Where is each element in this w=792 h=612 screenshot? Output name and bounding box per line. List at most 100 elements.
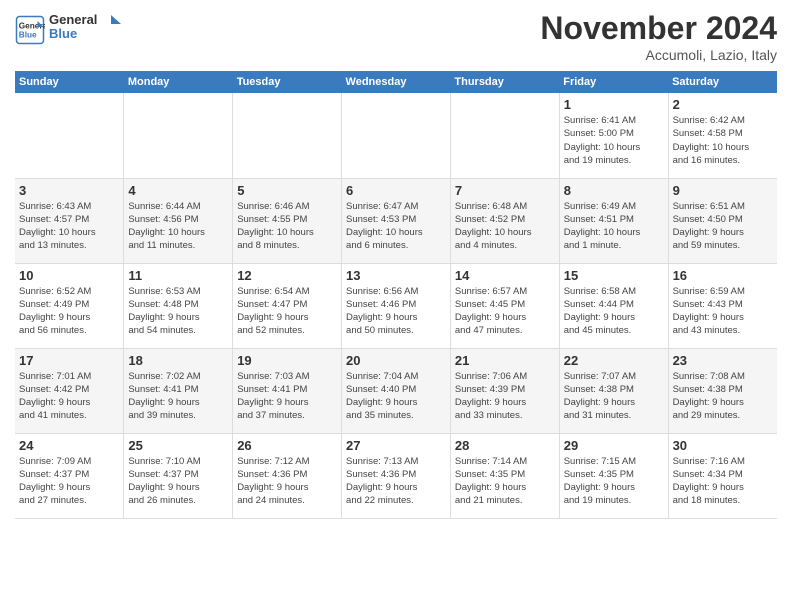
- calendar-cell: 12 Sunrise: 6:54 AM Sunset: 4:47 PM Dayli…: [233, 263, 342, 348]
- calendar-cell: 8 Sunrise: 6:49 AM Sunset: 4:51 PM Daylig…: [559, 178, 668, 263]
- day-info: Sunrise: 6:41 AM Sunset: 5:00 PM Dayligh…: [564, 114, 664, 167]
- day-number: 7: [455, 183, 555, 198]
- day-info: Sunrise: 7:13 AM Sunset: 4:36 PM Dayligh…: [346, 455, 446, 508]
- calendar-cell: 20 Sunrise: 7:04 AM Sunset: 4:40 PM Dayli…: [342, 348, 451, 433]
- calendar-cell: 1 Sunrise: 6:41 AM Sunset: 5:00 PM Daylig…: [559, 93, 668, 178]
- calendar-cell: 15 Sunrise: 6:58 AM Sunset: 4:44 PM Dayli…: [559, 263, 668, 348]
- calendar-cell: [233, 93, 342, 178]
- day-number: 24: [19, 438, 119, 453]
- day-number: 18: [128, 353, 228, 368]
- calendar-cell: 9 Sunrise: 6:51 AM Sunset: 4:50 PM Daylig…: [668, 178, 777, 263]
- day-number: 26: [237, 438, 337, 453]
- day-number: 14: [455, 268, 555, 283]
- day-info: Sunrise: 6:42 AM Sunset: 4:58 PM Dayligh…: [673, 114, 773, 167]
- calendar-cell: 5Sunrise: 6:46 AM Sunset: 4:55 PM Daylig…: [233, 178, 342, 263]
- day-info: Sunrise: 7:02 AM Sunset: 4:41 PM Dayligh…: [128, 370, 228, 423]
- day-info: Sunrise: 7:06 AM Sunset: 4:39 PM Dayligh…: [455, 370, 555, 423]
- calendar-cell: 27Sunrise: 7:13 AM Sunset: 4:36 PM Dayli…: [342, 433, 451, 518]
- weekday-header-tuesday: Tuesday: [233, 71, 342, 93]
- calendar-cell: 11 Sunrise: 6:53 AM Sunset: 4:48 PM Dayli…: [124, 263, 233, 348]
- logo-text: General Blue: [49, 10, 129, 50]
- calendar-cell: 30 Sunrise: 7:16 AM Sunset: 4:34 PM Dayli…: [668, 433, 777, 518]
- calendar-cell: 29 Sunrise: 7:15 AM Sunset: 4:35 PM Dayli…: [559, 433, 668, 518]
- month-title: November 2024: [540, 10, 777, 47]
- day-number: 1: [564, 97, 664, 112]
- day-info: Sunrise: 6:56 AM Sunset: 4:46 PM Dayligh…: [346, 285, 446, 338]
- calendar-table: SundayMondayTuesdayWednesdayThursdayFrid…: [15, 71, 777, 519]
- day-info: Sunrise: 7:09 AM Sunset: 4:37 PM Dayligh…: [19, 455, 119, 508]
- logo-icon: General Blue: [15, 15, 45, 45]
- day-number: 11: [128, 268, 228, 283]
- day-number: 23: [673, 353, 773, 368]
- day-info: Sunrise: 6:46 AM Sunset: 4:55 PM Dayligh…: [237, 200, 337, 253]
- calendar-cell: 2 Sunrise: 6:42 AM Sunset: 4:58 PM Daylig…: [668, 93, 777, 178]
- day-number: 9: [673, 183, 773, 198]
- day-info: Sunrise: 7:14 AM Sunset: 4:35 PM Dayligh…: [455, 455, 555, 508]
- day-number: 19: [237, 353, 337, 368]
- calendar-cell: 24 Sunrise: 7:09 AM Sunset: 4:37 PM Dayli…: [15, 433, 124, 518]
- day-number: 2: [673, 97, 773, 112]
- weekday-header-row: SundayMondayTuesdayWednesdayThursdayFrid…: [15, 71, 777, 93]
- day-info: Sunrise: 6:58 AM Sunset: 4:44 PM Dayligh…: [564, 285, 664, 338]
- day-info: Sunrise: 6:54 AM Sunset: 4:47 PM Dayligh…: [237, 285, 337, 338]
- calendar-cell: 17 Sunrise: 7:01 AM Sunset: 4:42 PM Dayli…: [15, 348, 124, 433]
- calendar-cell: 16Sunrise: 6:59 AM Sunset: 4:43 PM Dayli…: [668, 263, 777, 348]
- svg-text:General: General: [49, 12, 97, 27]
- logo: General Blue General Blue: [15, 10, 129, 50]
- day-info: Sunrise: 7:10 AM Sunset: 4:37 PM Dayligh…: [128, 455, 228, 508]
- day-number: 12: [237, 268, 337, 283]
- weekday-header-friday: Friday: [559, 71, 668, 93]
- day-info: Sunrise: 6:57 AM Sunset: 4:45 PM Dayligh…: [455, 285, 555, 338]
- calendar-cell: 14 Sunrise: 6:57 AM Sunset: 4:45 PM Dayli…: [450, 263, 559, 348]
- calendar-cell: [15, 93, 124, 178]
- calendar-cell: 22Sunrise: 7:07 AM Sunset: 4:38 PM Dayli…: [559, 348, 668, 433]
- day-number: 16: [673, 268, 773, 283]
- day-info: Sunrise: 6:53 AM Sunset: 4:48 PM Dayligh…: [128, 285, 228, 338]
- day-number: 17: [19, 353, 119, 368]
- day-number: 30: [673, 438, 773, 453]
- day-info: Sunrise: 6:43 AM Sunset: 4:57 PM Dayligh…: [19, 200, 119, 253]
- calendar-cell: 13 Sunrise: 6:56 AM Sunset: 4:46 PM Dayli…: [342, 263, 451, 348]
- calendar-cell: 4 Sunrise: 6:44 AM Sunset: 4:56 PM Daylig…: [124, 178, 233, 263]
- weekday-header-wednesday: Wednesday: [342, 71, 451, 93]
- day-number: 20: [346, 353, 446, 368]
- day-number: 10: [19, 268, 119, 283]
- day-info: Sunrise: 6:52 AM Sunset: 4:49 PM Dayligh…: [19, 285, 119, 338]
- week-row-4: 17 Sunrise: 7:01 AM Sunset: 4:42 PM Dayli…: [15, 348, 777, 433]
- weekday-header-monday: Monday: [124, 71, 233, 93]
- weekday-header-saturday: Saturday: [668, 71, 777, 93]
- week-row-2: 3 Sunrise: 6:43 AM Sunset: 4:57 PM Daylig…: [15, 178, 777, 263]
- day-info: Sunrise: 7:15 AM Sunset: 4:35 PM Dayligh…: [564, 455, 664, 508]
- day-info: Sunrise: 6:44 AM Sunset: 4:56 PM Dayligh…: [128, 200, 228, 253]
- day-info: Sunrise: 7:03 AM Sunset: 4:41 PM Dayligh…: [237, 370, 337, 423]
- calendar-cell: 18 Sunrise: 7:02 AM Sunset: 4:41 PM Dayli…: [124, 348, 233, 433]
- day-number: 8: [564, 183, 664, 198]
- week-row-5: 24 Sunrise: 7:09 AM Sunset: 4:37 PM Dayli…: [15, 433, 777, 518]
- day-number: 15: [564, 268, 664, 283]
- calendar-cell: [342, 93, 451, 178]
- day-number: 4: [128, 183, 228, 198]
- calendar-cell: 7Sunrise: 6:48 AM Sunset: 4:52 PM Daylig…: [450, 178, 559, 263]
- calendar-cell: 10 Sunrise: 6:52 AM Sunset: 4:49 PM Dayli…: [15, 263, 124, 348]
- location: Accumoli, Lazio, Italy: [540, 47, 777, 63]
- day-number: 13: [346, 268, 446, 283]
- calendar-cell: 23Sunrise: 7:08 AM Sunset: 4:38 PM Dayli…: [668, 348, 777, 433]
- day-number: 21: [455, 353, 555, 368]
- day-info: Sunrise: 6:49 AM Sunset: 4:51 PM Dayligh…: [564, 200, 664, 253]
- day-number: 29: [564, 438, 664, 453]
- day-number: 25: [128, 438, 228, 453]
- weekday-header-sunday: Sunday: [15, 71, 124, 93]
- day-info: Sunrise: 7:01 AM Sunset: 4:42 PM Dayligh…: [19, 370, 119, 423]
- day-info: Sunrise: 6:51 AM Sunset: 4:50 PM Dayligh…: [673, 200, 773, 253]
- header: General Blue General Blue November 2024 …: [15, 10, 777, 63]
- day-number: 3: [19, 183, 119, 198]
- day-info: Sunrise: 7:04 AM Sunset: 4:40 PM Dayligh…: [346, 370, 446, 423]
- day-info: Sunrise: 7:16 AM Sunset: 4:34 PM Dayligh…: [673, 455, 773, 508]
- day-info: Sunrise: 7:12 AM Sunset: 4:36 PM Dayligh…: [237, 455, 337, 508]
- calendar-cell: 28 Sunrise: 7:14 AM Sunset: 4:35 PM Dayli…: [450, 433, 559, 518]
- day-number: 28: [455, 438, 555, 453]
- day-number: 22: [564, 353, 664, 368]
- calendar-cell: 25 Sunrise: 7:10 AM Sunset: 4:37 PM Dayli…: [124, 433, 233, 518]
- week-row-1: 1 Sunrise: 6:41 AM Sunset: 5:00 PM Daylig…: [15, 93, 777, 178]
- page-container: General Blue General Blue November 2024 …: [0, 0, 792, 529]
